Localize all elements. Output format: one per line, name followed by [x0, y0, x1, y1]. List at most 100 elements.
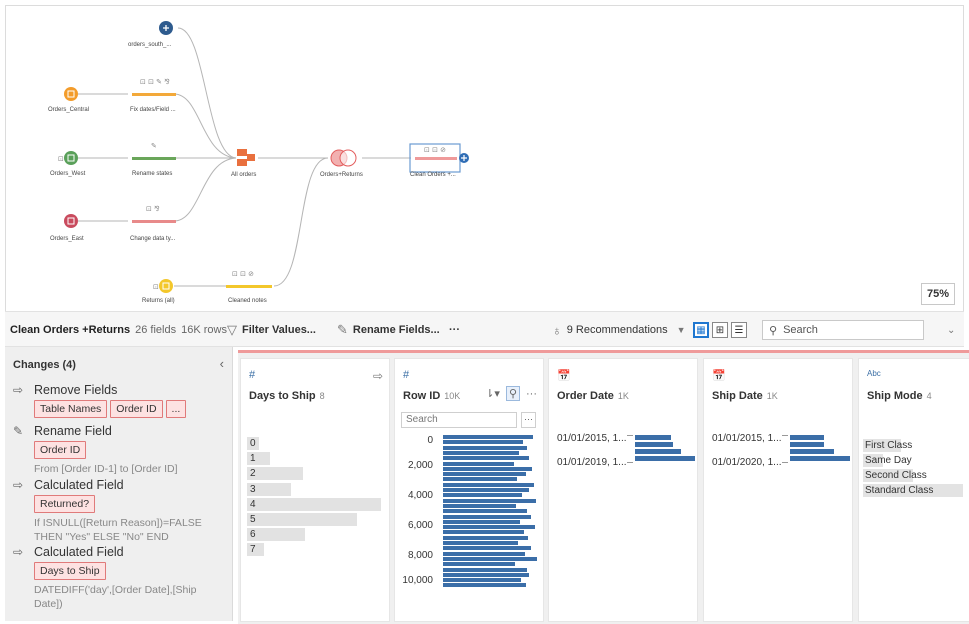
distribution-bar[interactable] [443, 503, 516, 508]
distribution-bar[interactable] [443, 461, 514, 466]
node-label: All orders [231, 172, 257, 178]
node-orders-south [159, 21, 173, 35]
date-bar[interactable] [635, 456, 695, 461]
distribution-bar[interactable] [443, 567, 528, 572]
chevron-left-icon[interactable]: ‹ [220, 356, 224, 371]
change-detail: If ISNULL([Return Reason])=FALSE [34, 517, 202, 529]
rename-icon: ✎ [13, 424, 24, 438]
distribution-bar[interactable] [443, 450, 520, 455]
caret-down-icon: ▼ [676, 325, 686, 335]
distribution-bar[interactable] [443, 556, 538, 561]
field-pill[interactable]: Table Names [34, 400, 108, 418]
card-search-input[interactable]: Search [401, 412, 517, 428]
change-item[interactable]: ⇨ Remove Fields Table Names Order ID ... [13, 383, 228, 418]
distribution-bar[interactable] [443, 456, 530, 461]
change-item[interactable]: ⇨ Calculated Field Returned? If ISNULL([… [13, 478, 228, 544]
distinct-count: 8 [319, 391, 325, 401]
distribution-bar[interactable] [443, 546, 532, 551]
histogram-bar[interactable] [247, 497, 381, 511]
distribution-bar[interactable] [443, 435, 534, 439]
distribution-bar[interactable] [443, 440, 524, 445]
filter-values-button[interactable]: ▽ Filter Values... [227, 312, 316, 348]
node-label: orders_south_... [128, 42, 172, 48]
node-label: Returns (all) [142, 298, 175, 304]
profile-card-days-to-ship[interactable]: # ⇨ Days to Ship 8 0 1 2 3 4 5 6 7 [240, 358, 390, 622]
field-pill[interactable]: Returned? [34, 495, 96, 513]
rename-fields-button[interactable]: ✎ Rename Fields... [337, 312, 440, 348]
axis-tick-label: 10,000 [402, 575, 433, 586]
distribution-bar[interactable] [443, 562, 515, 567]
profile-card-order-date[interactable]: 📅 Order Date 1K 01/01/2015, 1... 01/01/201… [548, 358, 698, 622]
distribution-bar[interactable] [443, 493, 523, 498]
field-pill[interactable]: ... [165, 400, 187, 418]
distribution-bar[interactable] [443, 530, 525, 535]
profile-card-ship-date[interactable]: 📅 Ship Date 1K 01/01/2015, 1... 01/01/2020… [703, 358, 853, 622]
change-detail: From [Order ID-1] to [Order ID] [34, 463, 178, 475]
distribution-bar[interactable] [443, 541, 519, 545]
distribution-bar[interactable] [443, 509, 528, 514]
profile-card-row-id[interactable]: # Row ID 10K ⇂▾ ⚲ ··· Search ··· 0 2,000 4,… [394, 358, 544, 622]
change-item[interactable]: ⇨ Calculated Field Days to Ship DATEDIFF… [13, 545, 228, 611]
database-icon [64, 214, 78, 228]
histogram-bin-label: 3 [250, 483, 256, 495]
node-label: Cleaned notes [228, 298, 267, 304]
list-view-icon[interactable]: ☰ [731, 322, 747, 338]
distribution-bar[interactable] [443, 477, 518, 482]
field-name-label: Ship Date [712, 390, 763, 402]
more-actions-button[interactable]: ··· [449, 312, 460, 348]
date-bar[interactable] [790, 449, 834, 454]
distribution-bar[interactable] [443, 472, 527, 477]
distribution-bar[interactable] [443, 498, 537, 503]
date-bar[interactable] [635, 449, 681, 454]
axis-tick-label: 0 [427, 435, 433, 446]
date-bin-label: 01/01/2020, 1... [712, 457, 782, 468]
date-bar[interactable] [790, 442, 824, 447]
change-type: Rename Field [34, 424, 112, 438]
histogram-bar[interactable] [247, 513, 357, 526]
distribution-bar[interactable] [443, 482, 535, 487]
distribution-bar[interactable] [443, 578, 522, 583]
distribution-bar[interactable] [443, 488, 530, 492]
flow-diagram: ⊡ ⊡ ✎ ⅋ ⊡ ✎ ⊡ ⅋ ⊡ ⊡ ⊘ ⊡ ⊡ ⊡ ⊘ [58, 21, 469, 293]
field-pill[interactable]: Order ID [110, 400, 163, 418]
distribution-bar[interactable] [443, 514, 532, 519]
profile-card-ship-mode[interactable]: Abc Ship Mode 4 First Class Same Day Second… [858, 358, 969, 622]
distinct-count: 10K [444, 391, 461, 401]
histogram-bin-label: 1 [250, 453, 256, 465]
collapse-toolbar-button[interactable]: ⌄ [947, 312, 955, 348]
search-input[interactable]: ⚲ Search [762, 320, 924, 340]
calculated-field-icon: ⇨ [13, 545, 24, 559]
distribution-bar[interactable] [443, 519, 521, 524]
profile-view-icon[interactable]: ▦ [693, 322, 709, 338]
date-bar[interactable] [635, 442, 673, 447]
axis-tick-label: 8,000 [407, 550, 433, 561]
distribution-bar[interactable] [443, 572, 530, 577]
node-label: Clean Orders +... [410, 172, 456, 178]
calculated-field-icon[interactable]: ⇨ [373, 369, 383, 383]
distribution-bar[interactable] [443, 535, 529, 540]
axis-tick-label: 4,000 [407, 490, 433, 501]
distribution-bar[interactable] [443, 525, 536, 530]
distribution-bar[interactable] [443, 445, 528, 450]
date-bar[interactable] [790, 456, 850, 461]
node-orders-returns [330, 149, 357, 167]
zoom-level[interactable]: 75% [921, 283, 955, 305]
card-search-more-button[interactable]: ··· [521, 412, 536, 428]
field-pill[interactable]: Days to Ship [34, 562, 106, 580]
node-rename-states: ✎ [132, 142, 176, 160]
date-bar[interactable] [790, 435, 824, 440]
flow-canvas[interactable]: ⊡ ⊡ ✎ ⅋ ⊡ ✎ ⊡ ⅋ ⊡ ⊡ ⊘ ⊡ ⊡ ⊡ ⊘ orders_sou… [5, 5, 964, 311]
distribution-bar[interactable] [443, 583, 527, 588]
distribution-bar[interactable] [443, 551, 526, 556]
field-pill[interactable]: Order ID [34, 441, 87, 459]
more-icon[interactable]: ··· [526, 388, 537, 400]
distribution-bar[interactable] [443, 466, 533, 471]
sort-icon[interactable]: ⇂▾ [485, 387, 500, 400]
change-item[interactable]: ✎ Rename Field Order ID From [Order ID-1… [13, 424, 228, 476]
data-grid-view-icon[interactable]: ⊞ [712, 322, 728, 338]
node-clean-orders: ⊡ ⊡ ⊘ [409, 143, 469, 173]
recommendations-button[interactable]: ♁ 9 Recommendations ▼ [552, 312, 686, 348]
search-icon[interactable]: ⚲ [505, 386, 520, 401]
date-bar[interactable] [635, 435, 671, 440]
clean-step-bar [132, 157, 176, 160]
